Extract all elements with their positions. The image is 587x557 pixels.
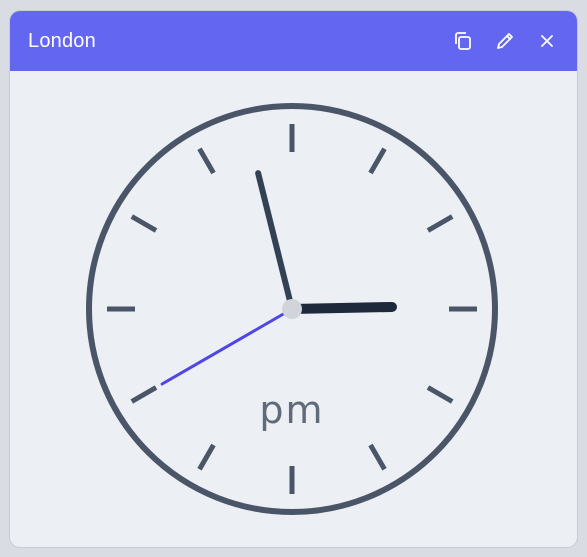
hour-hand — [287, 301, 397, 314]
hour-tick — [197, 443, 216, 471]
hour-tick — [197, 147, 216, 175]
hour-tick — [130, 214, 158, 233]
pencil-icon — [497, 33, 513, 49]
clock-widget: London pm — [10, 11, 577, 547]
widget-actions — [451, 29, 559, 53]
clock-center — [282, 299, 302, 319]
hour-tick — [426, 214, 454, 233]
widget-title: London — [28, 29, 96, 52]
hour-tick — [426, 385, 454, 404]
widget-header: London — [10, 11, 577, 71]
hour-tick — [368, 443, 387, 471]
copy-icon — [455, 32, 471, 50]
analog-clock: pm — [86, 103, 498, 515]
hour-tick — [368, 147, 387, 175]
minute-hand — [255, 170, 295, 312]
hour-tick — [130, 385, 158, 404]
clock-area: pm — [10, 71, 577, 547]
edit-button[interactable] — [493, 29, 517, 53]
close-button[interactable] — [535, 29, 559, 53]
close-icon — [541, 35, 553, 47]
second-hand — [160, 307, 294, 386]
duplicate-button[interactable] — [451, 29, 475, 53]
period-label: pm — [259, 388, 324, 432]
